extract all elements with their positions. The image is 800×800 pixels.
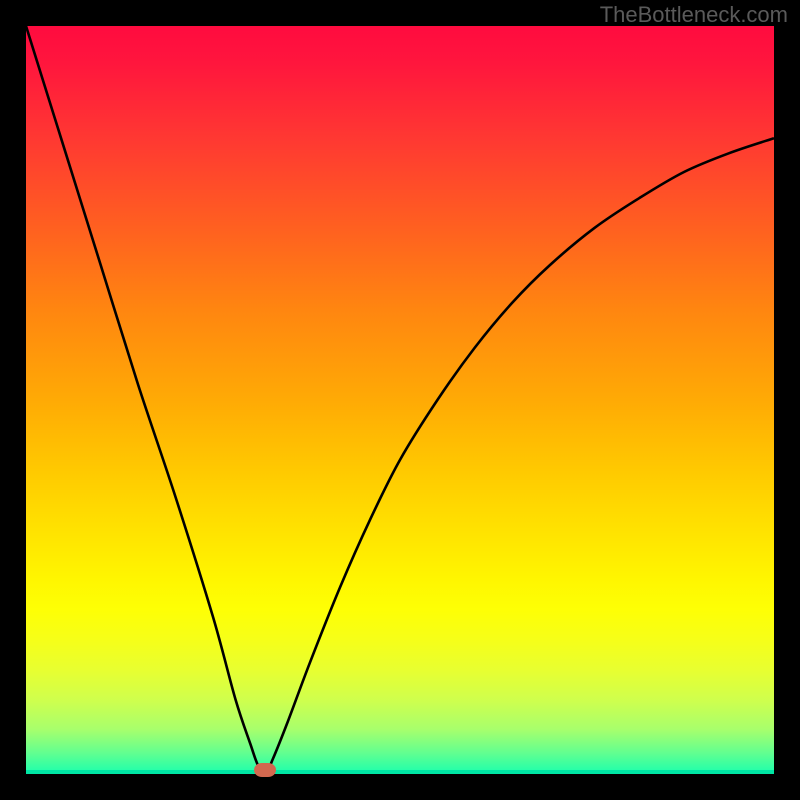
bottleneck-curve <box>26 26 774 774</box>
chart-plot-area <box>26 26 774 774</box>
minimum-marker <box>254 763 276 777</box>
bottleneck-curve-path <box>26 26 774 774</box>
watermark-text: TheBottleneck.com <box>600 2 788 28</box>
